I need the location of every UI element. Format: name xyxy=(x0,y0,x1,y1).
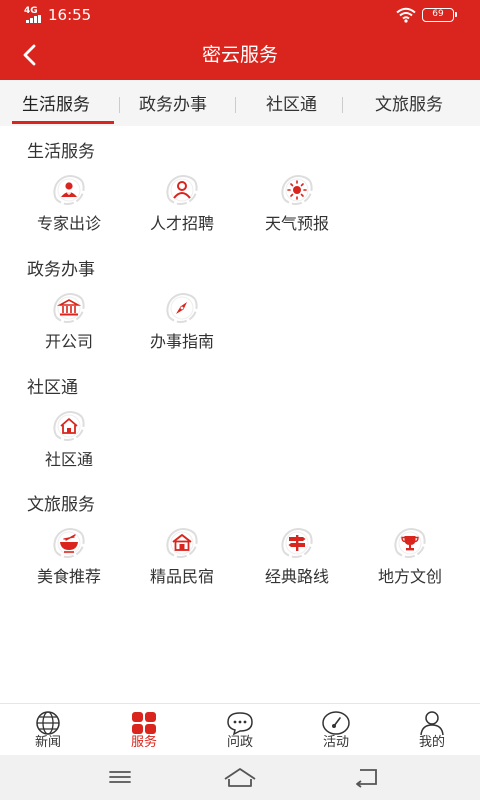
page-title: 密云服务 xyxy=(201,44,278,66)
tile-label: 天气预报 xyxy=(264,214,329,233)
service-tile-homestay[interactable]: 精品民宿 xyxy=(128,526,238,598)
tab-divider xyxy=(342,97,343,113)
tile-label: 专家出诊 xyxy=(36,214,101,233)
status-bar: 4G 16:55 69 xyxy=(0,0,480,30)
bottom-tab-label: 我的 xyxy=(418,735,445,750)
chat-icon xyxy=(227,712,253,736)
battery-indicator: 69 xyxy=(422,8,457,22)
bottom-tab-label: 服务 xyxy=(130,735,157,750)
active-tab-indicator xyxy=(12,121,114,124)
signal-icon xyxy=(26,15,44,23)
category-tabs: 生活服务 政务办事 社区通 文旅服务 xyxy=(0,80,480,126)
tile-label: 人才招聘 xyxy=(149,214,214,233)
bottom-tab-profile[interactable]: 我的 xyxy=(384,704,480,756)
tab-government-affairs[interactable]: 政务办事 xyxy=(139,94,207,116)
bottom-tab-services[interactable]: 服务 xyxy=(96,704,192,756)
grid-icon xyxy=(132,712,156,734)
sun-icon xyxy=(281,175,313,205)
service-tile-local-creative[interactable]: 地方文创 xyxy=(356,526,466,598)
section-title-culture-tourism: 文旅服务 xyxy=(27,495,95,515)
service-tile-classic-routes[interactable]: 经典路线 xyxy=(243,526,353,598)
tab-community[interactable]: 社区通 xyxy=(266,94,317,116)
tile-label: 精品民宿 xyxy=(149,567,214,586)
section-title-government: 政务办事 xyxy=(27,260,95,280)
bottom-tab-news[interactable]: 新闻 xyxy=(0,704,96,756)
tile-label: 地方文创 xyxy=(377,567,442,586)
service-tile-talent-recruitment[interactable]: 人才招聘 xyxy=(128,173,238,245)
bottom-tab-label: 问政 xyxy=(226,735,253,750)
food-icon xyxy=(53,528,85,558)
back-nav-icon[interactable] xyxy=(346,763,386,791)
signpost-icon xyxy=(281,528,313,558)
homestay-icon xyxy=(166,528,198,558)
service-tile-community[interactable]: 社区通 xyxy=(15,409,125,481)
service-tile-open-company[interactable]: 开公司 xyxy=(15,291,125,363)
tab-divider xyxy=(235,97,236,113)
service-tile-food[interactable]: 美食推荐 xyxy=(15,526,125,598)
tile-label: 社区通 xyxy=(44,450,93,469)
tile-label: 经典路线 xyxy=(264,567,329,586)
tab-life-services[interactable]: 生活服务 xyxy=(22,94,90,116)
tile-label: 开公司 xyxy=(44,332,93,351)
tile-label: 办事指南 xyxy=(149,332,214,351)
gauge-icon xyxy=(322,711,350,735)
wifi-icon xyxy=(396,7,416,23)
bottom-tab-inquiry[interactable]: 问政 xyxy=(192,704,288,756)
service-tile-service-guide[interactable]: 办事指南 xyxy=(128,291,238,363)
tile-label: 美食推荐 xyxy=(36,567,101,586)
house-icon xyxy=(53,411,85,441)
user-icon xyxy=(420,711,444,736)
system-nav-bar xyxy=(0,755,480,800)
trophy-icon xyxy=(394,528,426,558)
bottom-tab-bar: 新闻 服务 问政 活动 我的 xyxy=(0,703,480,755)
doctor-icon xyxy=(53,175,85,205)
nav-bar: 密云服务 xyxy=(0,30,480,80)
section-title-community: 社区通 xyxy=(27,378,78,398)
globe-icon xyxy=(36,711,60,735)
person-icon xyxy=(166,175,198,205)
section-title-life: 生活服务 xyxy=(27,142,95,162)
compass-icon xyxy=(166,293,198,323)
tab-culture-tourism[interactable]: 文旅服务 xyxy=(375,94,443,116)
tab-divider xyxy=(119,97,120,113)
home-icon[interactable] xyxy=(220,763,260,791)
bottom-tab-events[interactable]: 活动 xyxy=(288,704,384,756)
building-icon xyxy=(53,293,85,323)
menu-icon[interactable] xyxy=(100,763,140,791)
bottom-tab-label: 活动 xyxy=(322,735,349,750)
status-time: 16:55 xyxy=(48,6,92,24)
bottom-tab-label: 新闻 xyxy=(34,735,61,750)
service-tile-weather[interactable]: 天气预报 xyxy=(243,173,353,245)
service-tile-expert-clinic[interactable]: 专家出诊 xyxy=(15,173,125,245)
